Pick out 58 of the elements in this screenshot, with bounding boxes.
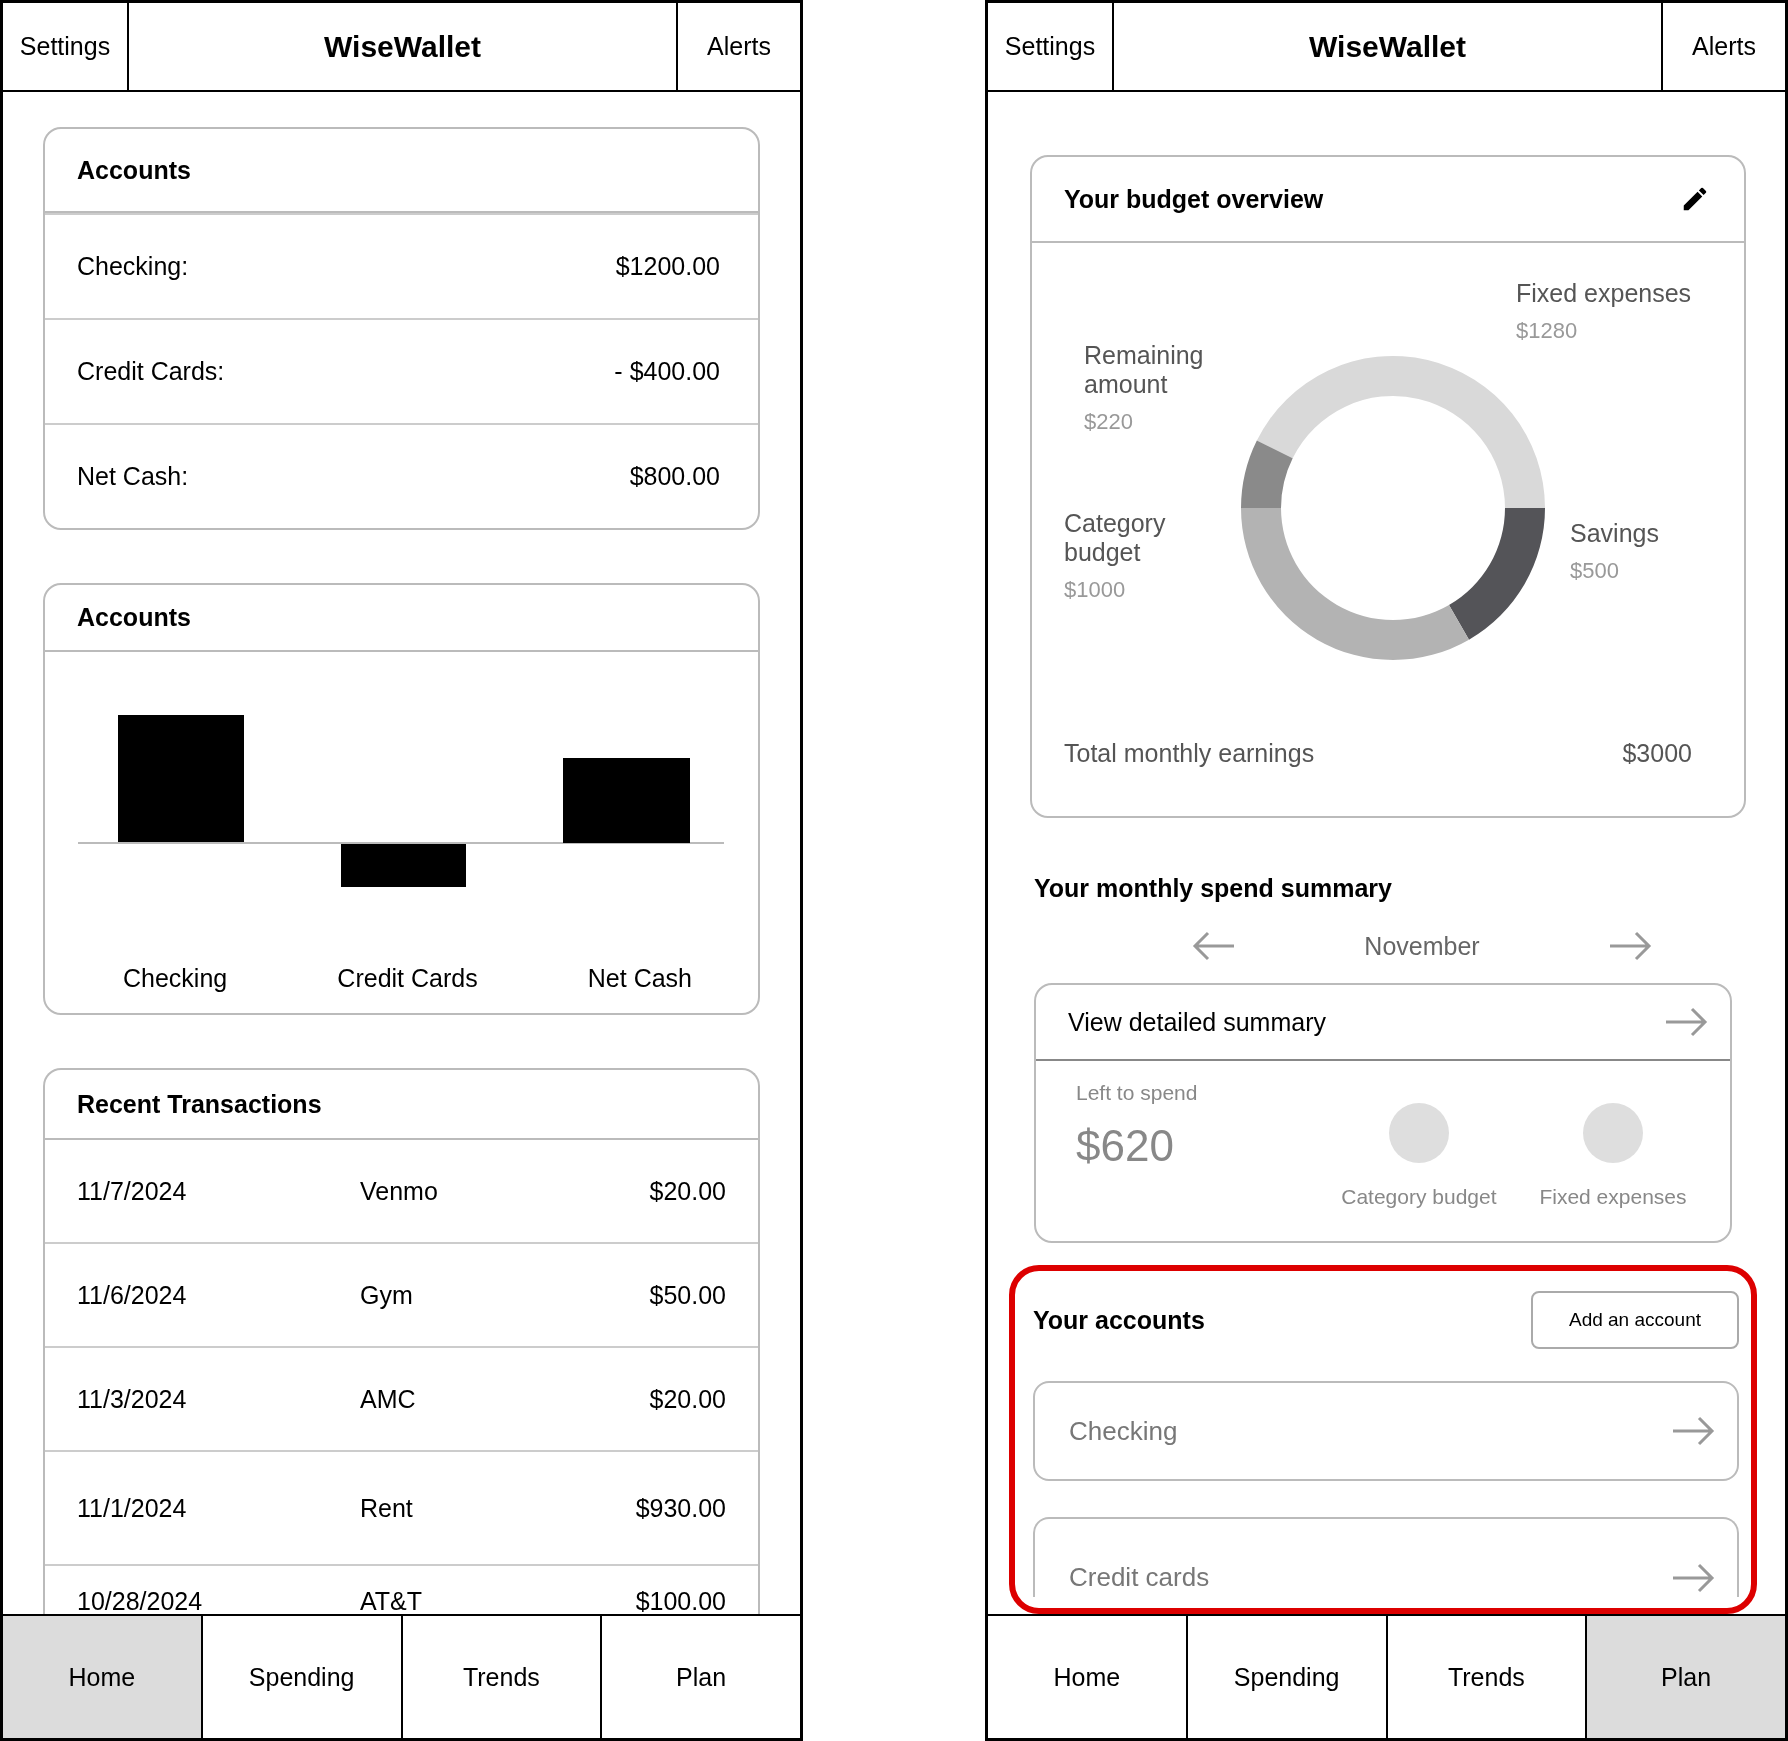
app-title: WiseWallet xyxy=(323,28,482,65)
legend-value: $1280 xyxy=(1516,317,1579,344)
left-to-spend-label: Left to spend xyxy=(1076,1081,1199,1105)
table-cell-text: Rent xyxy=(360,1493,414,1523)
section-title: Your accounts xyxy=(1033,1305,1205,1335)
right-arrow-icon xyxy=(1671,1416,1715,1446)
right-arrow-icon xyxy=(1671,1563,1715,1593)
bar-label: Checking xyxy=(123,964,228,993)
left-arrow-icon[interactable] xyxy=(1192,931,1236,961)
table-cell-text: 11/6/2024 xyxy=(77,1280,188,1310)
legend-label: Fixed expenses xyxy=(1516,279,1693,308)
table-cell: $20.00 xyxy=(649,1384,726,1414)
account-label: Checking: xyxy=(77,252,189,281)
month-label: November xyxy=(1364,931,1480,961)
total-label: Total monthly earnings xyxy=(1064,739,1315,768)
section-title: Your monthly spend summary xyxy=(1034,874,1393,903)
bar-label: Net Cash xyxy=(587,964,692,993)
table-cell-text: Gym xyxy=(360,1280,414,1310)
table-cell-text: Venmo xyxy=(360,1176,439,1206)
card-title: Accounts xyxy=(77,155,191,185)
detailed-summary-link[interactable]: View detailed summary xyxy=(1068,1007,1326,1037)
account-amount: $1200.00 xyxy=(615,252,720,281)
total-value: $3000 xyxy=(1622,739,1692,768)
legend-label: Savings xyxy=(1570,519,1660,548)
legend-value: $500 xyxy=(1570,557,1620,584)
card-title: Recent Transactions xyxy=(77,1089,322,1119)
account-amount: - $400.00 xyxy=(614,357,720,386)
card-title: Your budget overview xyxy=(1064,184,1324,214)
indicator-label: Fixed expenses xyxy=(1539,1185,1687,1209)
bar-label: Credit Cards xyxy=(337,964,478,993)
account-item[interactable]: Checking xyxy=(1033,1381,1739,1481)
table-cell-text: 11/3/2024 xyxy=(77,1384,188,1414)
legend-value: $220 xyxy=(1084,408,1134,435)
table-cell: $50.00 xyxy=(649,1280,726,1310)
nav-tab[interactable]: Plan xyxy=(1585,1616,1785,1738)
legend-value: $1000 xyxy=(1064,576,1127,603)
left-to-spend-amount: $620 xyxy=(1076,1121,1175,1171)
card-title: Accounts xyxy=(77,603,191,632)
table-cell-text: 11/7/2024 xyxy=(77,1176,188,1206)
right-arrow-icon[interactable] xyxy=(1608,931,1652,961)
legend-label: Remaining amount xyxy=(1084,341,1205,399)
account-item[interactable]: Credit cards xyxy=(1033,1517,1739,1597)
account-label: Net Cash: xyxy=(77,462,189,491)
right-arrow-icon[interactable] xyxy=(1664,1007,1708,1037)
table-cell-text: 10/28/2024 xyxy=(77,1587,204,1614)
indicator-label: Category budget xyxy=(1341,1185,1497,1209)
table-cell-text: AMC xyxy=(360,1384,417,1414)
account-label: Credit Cards: xyxy=(77,357,225,386)
add-account-button[interactable]: Add an account xyxy=(1531,1291,1739,1349)
nav-tab[interactable]: Home xyxy=(3,1616,201,1738)
table-cell-text: 11/1/2024 xyxy=(77,1493,188,1523)
app-title: WiseWallet xyxy=(1308,28,1467,65)
table-cell: $930.00 xyxy=(635,1493,726,1523)
legend-label: Category budget xyxy=(1064,509,1167,567)
table-cell-text: AT&T xyxy=(360,1587,424,1614)
account-amount: $800.00 xyxy=(629,462,720,491)
table-cell: $20.00 xyxy=(649,1176,726,1206)
table-cell: $100.00 xyxy=(635,1587,726,1614)
